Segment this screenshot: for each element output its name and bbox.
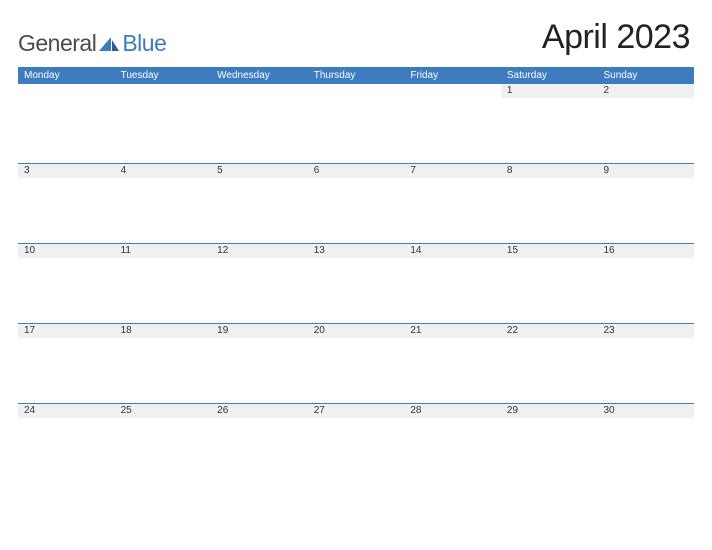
day-cell: [18, 84, 115, 163]
day-number: 14: [410, 245, 421, 256]
day-number: 11: [121, 245, 131, 256]
day-number: 24: [24, 405, 35, 416]
day-cell: 4: [115, 164, 212, 243]
day-cell: 24: [18, 404, 115, 483]
day-number: 30: [603, 405, 614, 416]
dow-wednesday: Wednesday: [211, 70, 308, 81]
day-cell: 9: [597, 164, 694, 243]
logo-sail-icon: [99, 37, 119, 51]
dow-friday: Friday: [404, 70, 501, 81]
day-cell: 5: [211, 164, 308, 243]
brand-logo: General Blue: [18, 30, 166, 57]
calendar-header: General Blue April 2023: [18, 18, 694, 57]
week-row: 17 18 19 20 21 22 23: [18, 323, 694, 403]
day-cell: [115, 84, 212, 163]
day-number: 20: [314, 325, 325, 336]
day-number: 3: [24, 165, 30, 176]
week-row: 24 25 26 27 28 29 30: [18, 403, 694, 483]
dow-sunday: Sunday: [597, 70, 694, 81]
day-number: 28: [410, 405, 421, 416]
day-cell: 26: [211, 404, 308, 483]
day-of-week-row: Monday Tuesday Wednesday Thursday Friday…: [18, 67, 694, 83]
day-cell: 28: [404, 404, 501, 483]
day-number: 13: [314, 245, 325, 256]
day-cell: 2: [597, 84, 694, 163]
day-number: 22: [507, 325, 518, 336]
day-cell: 21: [404, 324, 501, 403]
week-row: 10 11 12 13 14 15 16: [18, 243, 694, 323]
day-cell: 13: [308, 244, 405, 323]
day-cell: 25: [115, 404, 212, 483]
day-cell: 7: [404, 164, 501, 243]
day-number: 1: [507, 85, 513, 96]
dow-thursday: Thursday: [308, 70, 405, 81]
calendar-grid: Monday Tuesday Wednesday Thursday Friday…: [18, 67, 694, 483]
day-cell: 15: [501, 244, 598, 323]
day-cell: 29: [501, 404, 598, 483]
day-cell: 22: [501, 324, 598, 403]
day-number: 5: [217, 165, 223, 176]
dow-tuesday: Tuesday: [115, 70, 212, 81]
day-number: 29: [507, 405, 518, 416]
logo-word-1: General: [18, 30, 96, 57]
day-number: 6: [314, 165, 320, 176]
day-number: 4: [121, 165, 127, 176]
day-cell: 19: [211, 324, 308, 403]
day-number: 2: [603, 85, 609, 96]
day-number: 15: [507, 245, 518, 256]
day-number: 19: [217, 325, 228, 336]
day-cell: 30: [597, 404, 694, 483]
day-number: 7: [410, 165, 416, 176]
day-cell: 23: [597, 324, 694, 403]
day-cell: 27: [308, 404, 405, 483]
day-cell: 14: [404, 244, 501, 323]
day-cell: 20: [308, 324, 405, 403]
day-number: 8: [507, 165, 513, 176]
day-cell: 17: [18, 324, 115, 403]
calendar-title: April 2023: [542, 18, 694, 57]
logo-word-2: Blue: [122, 30, 166, 57]
day-cell: 10: [18, 244, 115, 323]
day-number: 10: [24, 245, 35, 256]
day-cell: 12: [211, 244, 308, 323]
day-number: 26: [217, 405, 228, 416]
day-cell: [211, 84, 308, 163]
dow-monday: Monday: [18, 70, 115, 81]
day-number: 21: [410, 325, 421, 336]
day-number: 12: [217, 245, 228, 256]
day-cell: [308, 84, 405, 163]
day-number: 25: [121, 405, 132, 416]
week-row: 1 2: [18, 83, 694, 163]
day-number: 17: [24, 325, 35, 336]
day-number: 16: [603, 245, 614, 256]
day-cell: 6: [308, 164, 405, 243]
day-number: 18: [121, 325, 132, 336]
day-cell: 16: [597, 244, 694, 323]
day-number: 23: [603, 325, 614, 336]
day-cell: 3: [18, 164, 115, 243]
week-row: 3 4 5 6 7 8 9: [18, 163, 694, 243]
day-cell: 1: [501, 84, 598, 163]
day-cell: [404, 84, 501, 163]
dow-saturday: Saturday: [501, 70, 598, 81]
day-cell: 18: [115, 324, 212, 403]
day-number: 9: [603, 165, 609, 176]
day-cell: 8: [501, 164, 598, 243]
day-number: 27: [314, 405, 325, 416]
day-cell: 11: [115, 244, 212, 323]
